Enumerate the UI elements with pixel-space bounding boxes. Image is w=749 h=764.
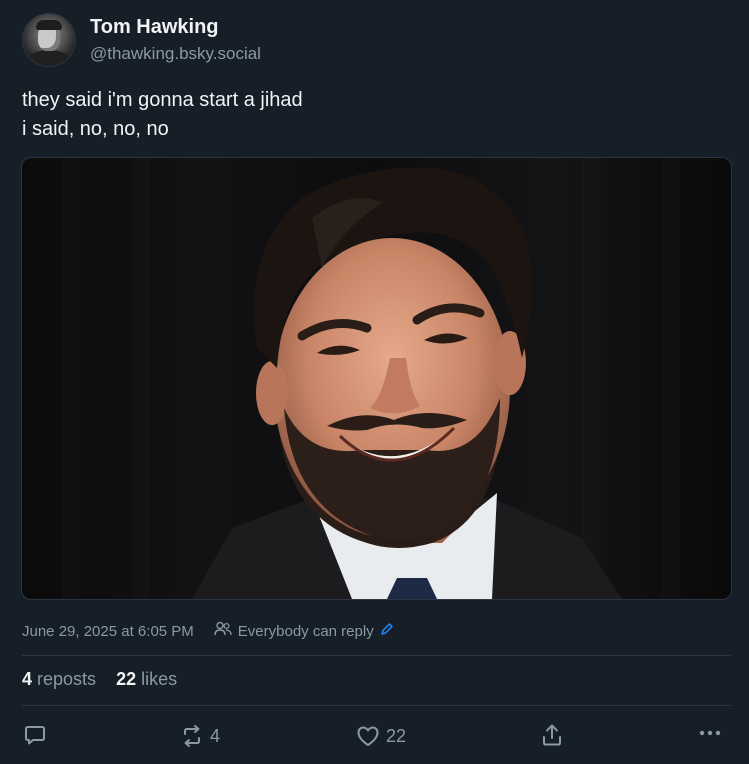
heart-icon: [356, 725, 380, 747]
divider: [22, 705, 731, 706]
repost-button[interactable]: 4: [180, 725, 220, 747]
repost-count: 4: [210, 725, 221, 746]
avatar-hair: [36, 20, 62, 30]
author-name[interactable]: Tom Hawking: [90, 16, 219, 39]
likes-label: likes: [141, 669, 178, 689]
repost-icon: [180, 725, 204, 747]
action-bar: 4 22: [0, 722, 749, 752]
post-meta: June 29, 2025 at 6:05 PM Everybody can r…: [22, 621, 394, 641]
post-line-2: i said, no, no, no: [22, 118, 169, 140]
likes-stat[interactable]: 22 likes: [116, 669, 177, 690]
post-text: they said i'm gonna start a jihad i said…: [22, 86, 303, 144]
reposts-count: 4: [22, 669, 33, 689]
reposts-stat[interactable]: 4 reposts: [22, 669, 96, 690]
portrait-illustration: [192, 167, 622, 599]
share-icon: [541, 723, 563, 747]
divider: [22, 655, 731, 656]
like-count: 22: [386, 725, 407, 746]
people-icon: [214, 621, 232, 641]
avatar[interactable]: [22, 13, 76, 67]
avatar-coat: [27, 50, 71, 66]
like-button[interactable]: 22: [356, 725, 406, 747]
more-icon: [698, 728, 722, 738]
reposts-label: reposts: [37, 669, 97, 689]
post-timestamp[interactable]: June 29, 2025 at 6:05 PM: [22, 623, 194, 640]
reply-icon: [24, 724, 46, 746]
pencil-icon[interactable]: [380, 622, 394, 640]
post-image[interactable]: [21, 157, 732, 600]
likes-count: 22: [116, 669, 137, 689]
reply-button[interactable]: [24, 724, 52, 746]
more-button[interactable]: [698, 728, 722, 738]
author-handle[interactable]: @thawking.bsky.social: [90, 44, 261, 64]
post: Tom Hawking @thawking.bsky.social they s…: [0, 0, 749, 764]
share-button[interactable]: [541, 723, 563, 747]
reply-setting-label[interactable]: Everybody can reply: [238, 623, 374, 640]
engagement-stats: 4 reposts 22 likes: [22, 669, 177, 690]
post-line-1: they said i'm gonna start a jihad: [22, 89, 303, 111]
